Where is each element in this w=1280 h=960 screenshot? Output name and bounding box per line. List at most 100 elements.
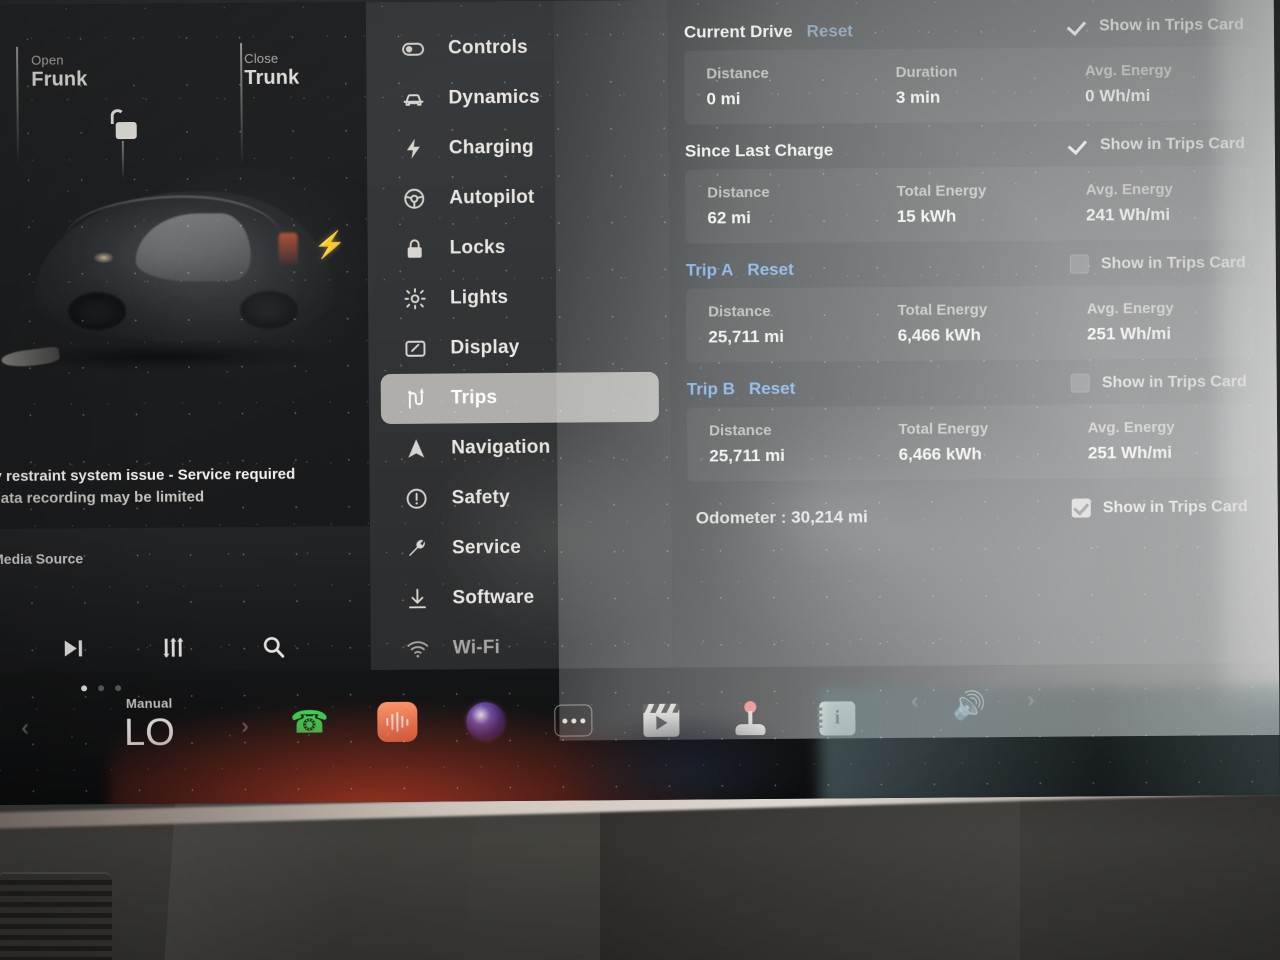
alert-line-secondary: data recording may be limited <box>0 488 205 508</box>
show-in-trips-card-label: Show in Trips Card <box>1101 372 1247 391</box>
sidebar-item-label: Wi-Fi <box>452 637 501 659</box>
sidebar-item-display[interactable]: Display <box>380 322 658 374</box>
stat-label: Total Energy <box>898 420 989 438</box>
section-title[interactable]: Trip A <box>686 260 734 280</box>
unlocked-padlock-icon[interactable] <box>110 109 138 141</box>
wrench-icon <box>404 536 430 562</box>
odometer-value: 30,214 mi <box>791 507 868 527</box>
winding-road-icon <box>403 386 429 412</box>
trunk-action-label: Close <box>244 50 279 67</box>
stat-cell: Distance 0 mi <box>684 64 874 109</box>
stat-cell: Avg. Energy 251 Wh/mi <box>1066 418 1256 463</box>
stat-cell: Avg. Energy 251 Wh/mi <box>1065 299 1255 344</box>
show-in-trips-card-label: Show in Trips Card <box>1102 497 1248 516</box>
sidebar-item-label: Dynamics <box>448 86 540 109</box>
sidebar-item-trips[interactable]: Trips <box>380 371 660 425</box>
stat-cell: Distance 25,711 mi <box>687 421 877 466</box>
show-in-trips-card-toggle[interactable]: Show in Trips Card <box>1070 372 1247 393</box>
show-in-trips-card-toggle[interactable]: Show in Trips Card <box>1069 253 1246 274</box>
sidebar-item-locks[interactable]: Locks <box>379 222 657 274</box>
reset-button[interactable]: Reset <box>749 379 795 399</box>
skip-next-icon[interactable] <box>59 633 89 663</box>
bottom-taskbar: ‹ › Manual LO ☎ i ‹ 🔊 › <box>0 662 1280 806</box>
sidebar-item-navigation[interactable]: Navigation <box>381 422 659 474</box>
toybox-tile: i <box>819 701 856 736</box>
theater-icon[interactable] <box>639 698 683 742</box>
lightning-bolt-icon <box>401 136 427 162</box>
stat-label: Avg. Energy <box>1086 299 1174 318</box>
vehicle-alert-banner[interactable]: y restraint system issue - Service requi… <box>0 458 370 523</box>
show-in-trips-card-toggle[interactable]: Show in Trips Card <box>1068 15 1244 35</box>
stat-value: 25,711 mi <box>708 326 785 347</box>
stat-cell: Total Energy 15 kWh <box>874 182 1064 227</box>
checkbox-checked[interactable] <box>1069 135 1088 154</box>
more-dots-icon[interactable] <box>551 698 595 742</box>
page-dot <box>98 685 105 692</box>
frunk-leader-line <box>16 46 19 165</box>
trips-content-panel: Current Drive Reset Show in Trips Card Dist… <box>667 0 1279 668</box>
sidebar-item-software[interactable]: Software <box>382 572 660 624</box>
camera-icon[interactable] <box>463 699 507 743</box>
stats-row: Distance 0 mi Duration 3 min Avg. Energy 0 Wh… <box>684 46 1253 125</box>
sidebar-item-lights[interactable]: Lights <box>380 272 658 324</box>
reset-button[interactable]: Reset <box>747 260 793 280</box>
stats-row: Distance 25,711 mi Total Energy 6,466 kWh Av… <box>686 403 1256 482</box>
sidebar-item-label: Lights <box>449 287 509 309</box>
section-title[interactable]: Trip B <box>687 379 735 399</box>
show-in-trips-card-label: Show in Trips Card <box>1098 15 1244 34</box>
volume-chevron-left-icon[interactable]: ‹ <box>911 688 919 714</box>
theater-tile <box>643 703 680 737</box>
stat-label: Distance <box>706 64 769 83</box>
reset-button[interactable]: Reset <box>807 21 853 41</box>
odometer-show-in-trips-card-toggle[interactable]: Show in Trips Card <box>1071 497 1248 518</box>
sidebar-item-safety[interactable]: Safety <box>381 472 659 524</box>
more-dots-tile <box>554 704 593 737</box>
frunk-control[interactable]: Open Frunk <box>31 52 87 91</box>
sidebar-item-wi-fi[interactable]: Wi-Fi <box>383 622 661 674</box>
media-player-strip: Media Source <box>0 526 371 674</box>
trip-section-trip-b: Trip B Reset Show in Trips Card Distance 25,… <box>686 370 1256 482</box>
checkbox-unchecked[interactable] <box>1070 373 1090 393</box>
section-header: Current Drive Reset Show in Trips Card <box>684 13 1252 47</box>
checkbox-checked[interactable] <box>1068 16 1087 35</box>
arcade-icon[interactable] <box>727 697 771 741</box>
sun-brightness-icon <box>402 286 428 312</box>
trip-section-current-drive: Current Drive Reset Show in Trips Card Dist… <box>684 13 1253 125</box>
sidebar-item-label: Navigation <box>451 436 551 459</box>
phone-icon[interactable]: ☎ <box>287 700 331 744</box>
stat-cell: Distance 25,711 mi <box>686 302 876 347</box>
stat-value: 25,711 mi <box>709 445 785 466</box>
sidebar-item-autopilot[interactable]: Autopilot <box>379 172 657 224</box>
toybox-icon[interactable]: i <box>815 696 859 740</box>
section-header: Trip A Reset Show in Trips Card <box>686 251 1254 285</box>
media-icon[interactable] <box>375 700 419 744</box>
checkbox-checked[interactable] <box>1071 498 1091 518</box>
speaker-volume-icon[interactable]: 🔊 <box>947 683 991 727</box>
trunk-control[interactable]: Close Trunk <box>244 51 299 90</box>
stat-cell: Avg. Energy 0 Wh/mi <box>1063 61 1253 106</box>
stat-cell: Distance 62 mi <box>685 183 875 228</box>
stat-value: 251 Wh/mi <box>1087 442 1173 463</box>
search-icon[interactable] <box>259 632 289 662</box>
sidebar-item-service[interactable]: Service <box>382 522 660 574</box>
sidebar-item-controls[interactable]: Controls <box>378 22 656 74</box>
equalizer-icon[interactable] <box>159 633 189 663</box>
trunk-leader-line <box>240 43 244 166</box>
sidebar-item-dynamics[interactable]: Dynamics <box>378 72 656 124</box>
lightning-bolt-icon[interactable]: ⚡ <box>314 229 347 259</box>
sidebar-item-charging[interactable]: Charging <box>379 122 657 174</box>
stat-value: 6,466 kWh <box>898 444 982 464</box>
chevron-left-icon[interactable]: ‹ <box>21 715 29 741</box>
section-header: Trip B Reset Show in Trips Card <box>687 370 1255 404</box>
media-waveform <box>385 711 409 732</box>
checkbox-unchecked[interactable] <box>1069 254 1089 274</box>
climate-temperature-value: LO <box>123 711 175 755</box>
media-source-label: Media Source <box>0 550 84 568</box>
climate-control[interactable]: Manual LO <box>39 695 259 754</box>
show-in-trips-card-toggle[interactable]: Show in Trips Card <box>1069 134 1245 154</box>
sidebar-item-label: Trips <box>450 387 498 409</box>
stat-label: Duration <box>895 63 958 81</box>
center-display-screen: ⚡ Open Frunk Close Trunk y restraint sys… <box>0 0 1280 806</box>
volume-chevron-right-icon[interactable]: › <box>1027 687 1035 713</box>
frunk-action-label: Open <box>31 52 64 68</box>
